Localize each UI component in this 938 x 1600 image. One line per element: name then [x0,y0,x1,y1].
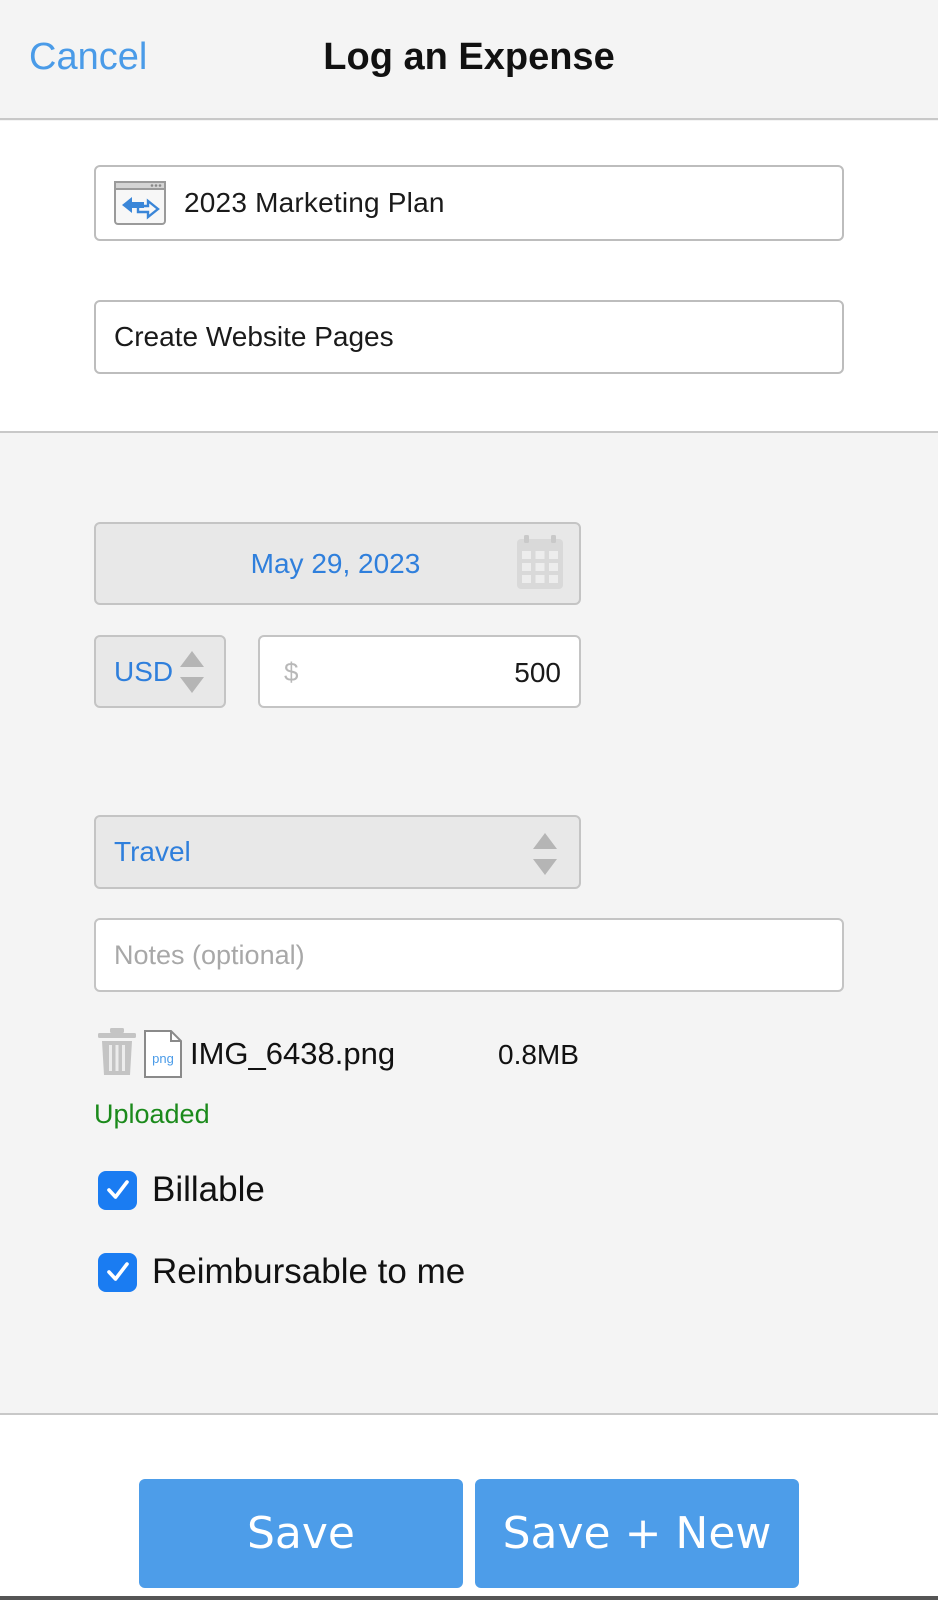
amount-input[interactable]: $ 500 [258,635,581,708]
reimbursable-checkbox[interactable]: Reimbursable to me [98,1250,465,1294]
updown-arrows-icon [180,651,204,693]
notes-input[interactable] [94,918,844,992]
currency-symbol: $ [284,657,299,687]
action-bar: Save Save + New [0,1413,938,1600]
currency-value: USD [114,655,174,687]
calendar-icon [517,535,563,589]
project-field[interactable]: 2023 Marketing Plan [94,165,844,241]
nav-header: Cancel Log an Expense [0,0,938,120]
amount-value: 500 [514,657,561,688]
updown-arrows-icon [533,833,557,875]
billable-checkbox[interactable]: Billable [98,1168,265,1212]
date-value: May 29, 2023 [250,547,421,579]
project-task-panel: 2023 Marketing Plan Create Website Pages [0,121,938,433]
upload-status: Uploaded [94,1099,210,1129]
attachment-row: png IMG_6438.png 0.8MB [98,1028,598,1082]
task-name: Create Website Pages [114,321,394,352]
save-button[interactable]: Save [139,1479,463,1588]
trash-icon[interactable] [98,1028,136,1076]
category-select[interactable]: Travel [94,815,581,889]
category-value: Travel [114,836,191,867]
png-file-icon: png [144,1030,182,1078]
file-type-label: png [152,1051,174,1066]
project-name: 2023 Marketing Plan [184,187,445,218]
reimbursable-label: Reimbursable to me [152,1252,466,1291]
billable-label: Billable [152,1170,265,1209]
attachment-file-name: IMG_6438.png [190,1036,396,1071]
checkbox-checked-icon[interactable] [98,1252,137,1292]
currency-select[interactable]: USD [94,635,226,708]
checkbox-checked-icon[interactable] [98,1170,137,1210]
date-picker[interactable]: May 29, 2023 [94,522,581,605]
log-expense-screen: Cancel Log an Expense 2023 Marketing Pla… [0,0,938,1600]
save-new-button[interactable]: Save + New [475,1479,799,1588]
task-field[interactable]: Create Website Pages [94,300,844,374]
project-icon [114,181,166,225]
page-title: Log an Expense [323,36,615,78]
attachment-file-size: 0.8MB [498,1039,579,1070]
screen-edge-divider [0,1596,938,1600]
